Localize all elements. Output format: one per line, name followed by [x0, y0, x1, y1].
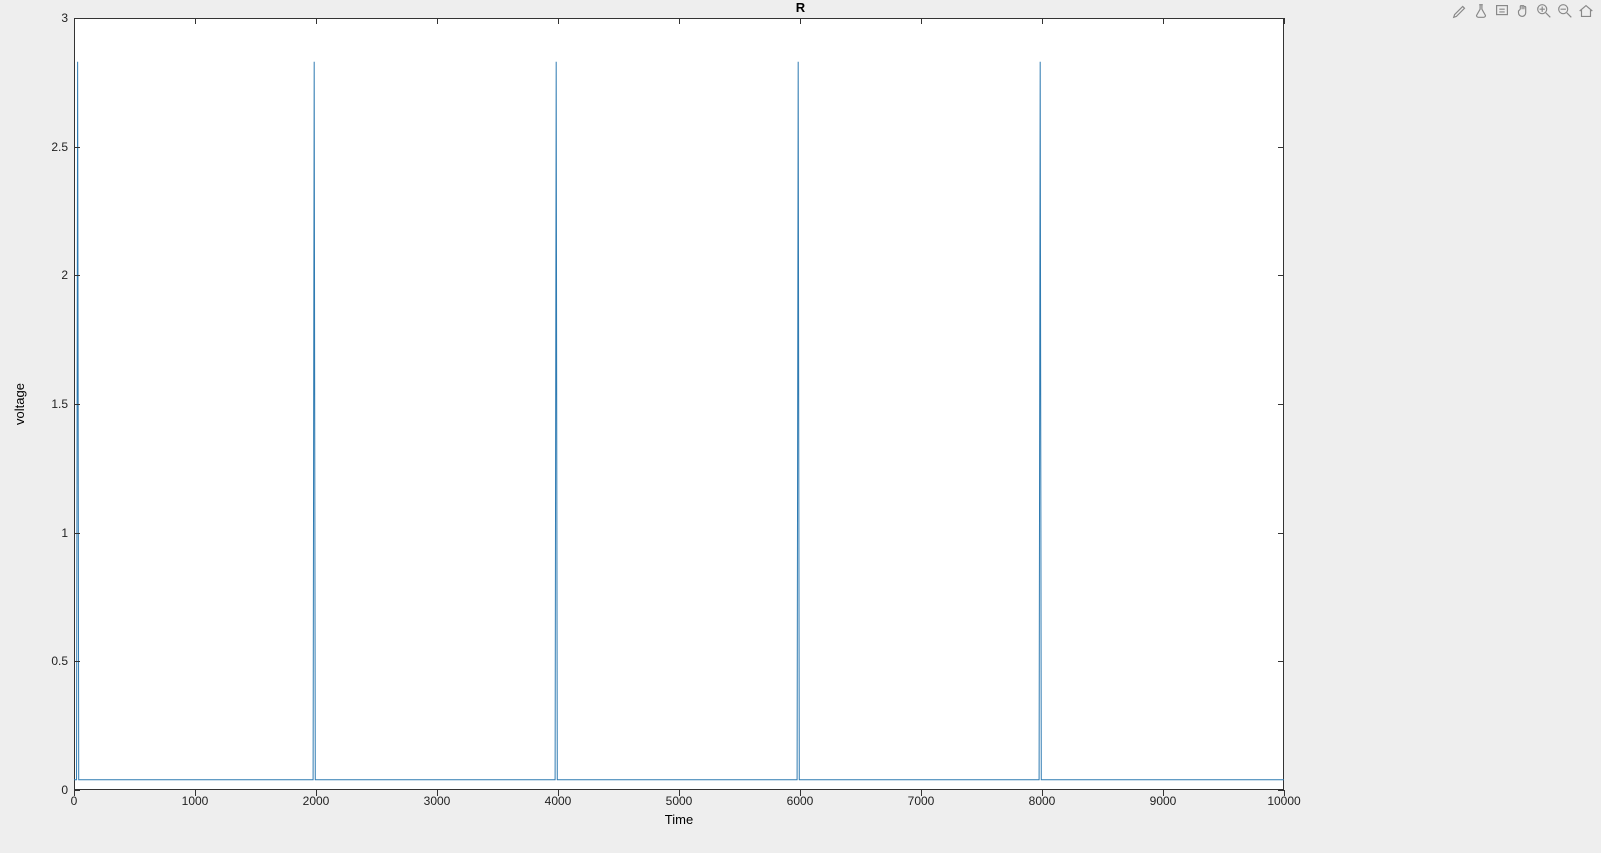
x-tick-label: 5000 [666, 794, 693, 808]
zoom-in-icon[interactable] [1535, 2, 1553, 20]
y-tick [74, 18, 80, 19]
y-axis-label: voltage [12, 18, 27, 790]
x-tick-label: 8000 [1029, 794, 1056, 808]
home-icon[interactable] [1577, 2, 1595, 20]
y-tick-label: 0.5 [51, 654, 68, 668]
x-tick-label: 2000 [303, 794, 330, 808]
zoom-out-icon[interactable] [1556, 2, 1574, 20]
x-axis-label: Time [74, 812, 1284, 827]
y-tick-label: 2.5 [51, 140, 68, 154]
x-tick [679, 18, 680, 24]
y-tick [1278, 533, 1284, 534]
x-tick-label: 1000 [182, 794, 209, 808]
pan-icon[interactable] [1514, 2, 1532, 20]
flask-icon[interactable] [1472, 2, 1490, 20]
x-tick [316, 18, 317, 24]
x-tick [921, 18, 922, 24]
datatips-icon[interactable] [1493, 2, 1511, 20]
x-tick-label: 7000 [908, 794, 935, 808]
brush-icon[interactable] [1451, 2, 1469, 20]
x-tick [558, 18, 559, 24]
x-tick-label: 9000 [1150, 794, 1177, 808]
y-tick [1278, 18, 1284, 19]
figure: R voltage Time 0 1000 2000 3000 4000 5000 6000… [0, 0, 1601, 853]
x-tick [800, 18, 801, 24]
line-plot [74, 18, 1284, 790]
y-tick [1278, 790, 1284, 791]
y-tick-label: 0 [61, 783, 68, 797]
chart-title: R [0, 0, 1601, 15]
x-tick-label: 0 [71, 794, 78, 808]
x-tick [195, 18, 196, 24]
y-tick-label: 3 [61, 11, 68, 25]
figure-toolbar [1451, 2, 1595, 20]
y-tick [1278, 147, 1284, 148]
x-tick [1284, 18, 1285, 24]
y-tick [74, 275, 80, 276]
y-tick [74, 404, 80, 405]
x-tick-label: 10000 [1267, 794, 1300, 808]
y-tick-label: 2 [61, 268, 68, 282]
y-tick [74, 790, 80, 791]
x-tick [1163, 18, 1164, 24]
y-tick [1278, 661, 1284, 662]
x-tick-label: 4000 [545, 794, 572, 808]
y-tick [74, 147, 80, 148]
y-tick [74, 533, 80, 534]
x-tick [437, 18, 438, 24]
x-tick-label: 3000 [424, 794, 451, 808]
y-tick-label: 1 [61, 526, 68, 540]
y-tick [74, 661, 80, 662]
x-tick [1042, 18, 1043, 24]
y-tick [1278, 275, 1284, 276]
y-tick [1278, 404, 1284, 405]
y-tick-label: 1.5 [51, 397, 68, 411]
x-tick-label: 6000 [787, 794, 814, 808]
